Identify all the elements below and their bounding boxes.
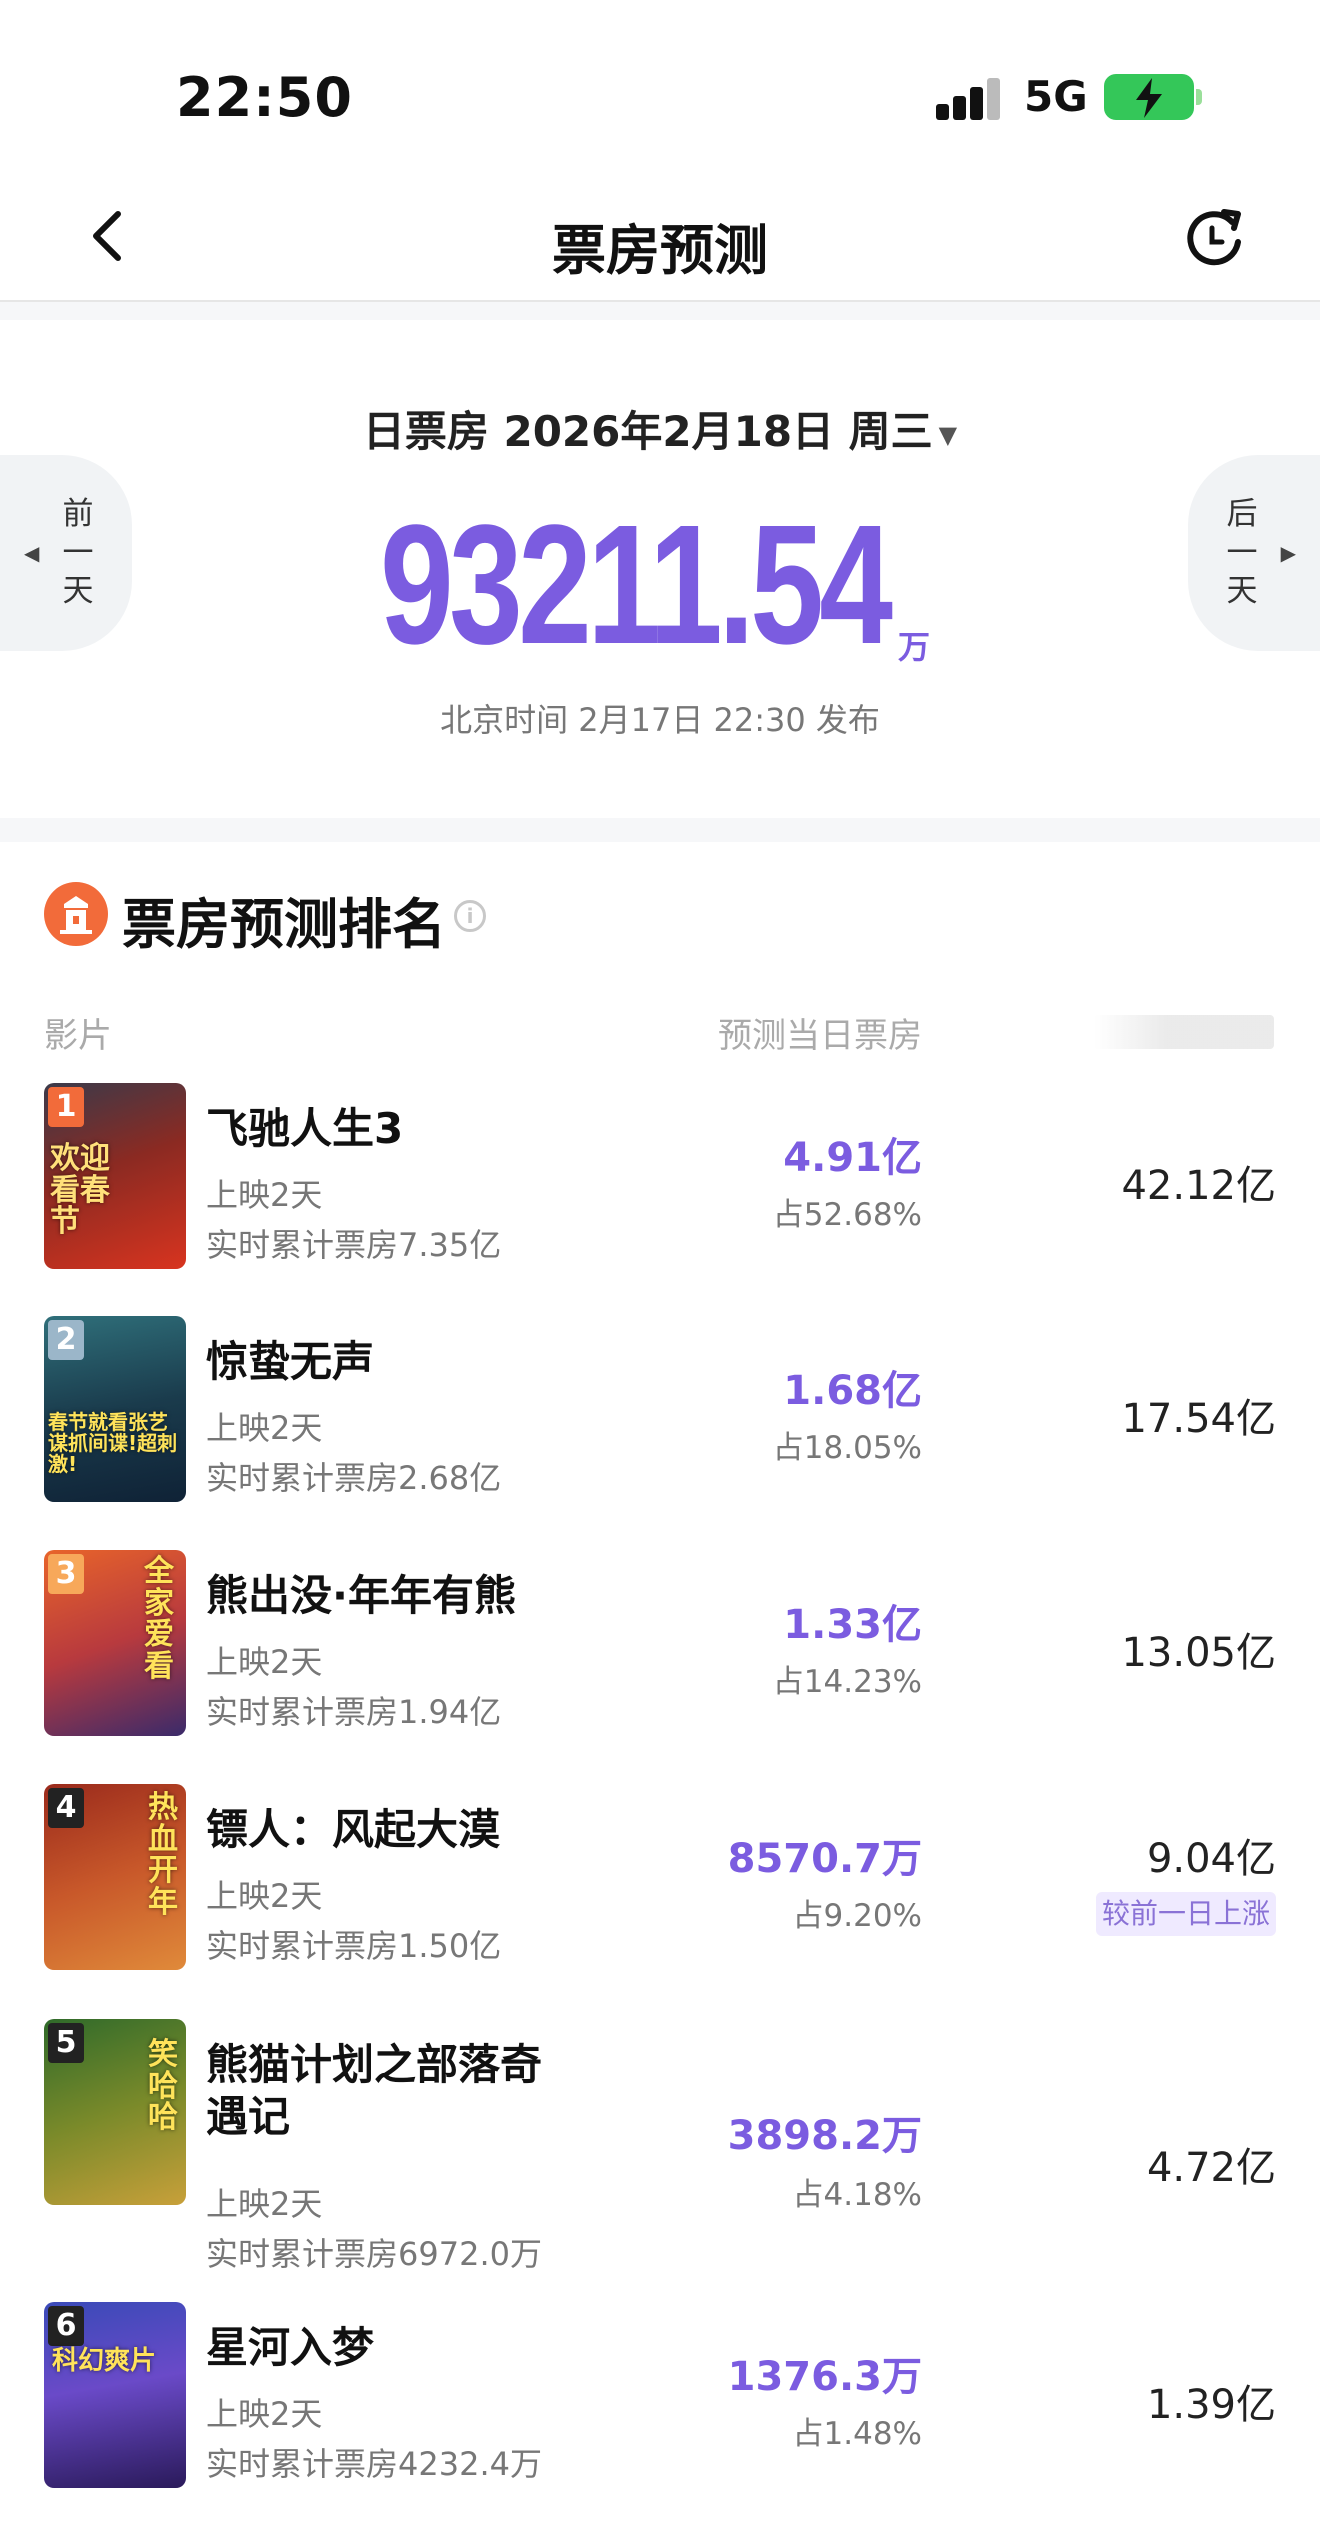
info-icon[interactable]: i <box>454 900 486 932</box>
movie-title-line2: 遇记 <box>206 2092 291 2141</box>
ranking-logo-icon <box>44 882 108 946</box>
third-column-value: 17.54亿 <box>1121 1396 1276 1442</box>
movie-poster: 6 科幻爽片 <box>44 2302 186 2488</box>
predicted-share: 占52.68% <box>772 1197 922 1233</box>
box-office-summary: 日票房 2026年2月18日 周三 ▼ 93211.54 万 北京时间 2月17日… <box>0 320 1320 818</box>
refresh-icon[interactable] <box>1180 202 1250 272</box>
third-column-value: 9.04亿 <box>1146 1836 1276 1882</box>
movie-days: 上映2天 <box>206 2395 323 2433</box>
movie-title: 星河入梦 <box>206 2323 375 2372</box>
movie-title: 惊蛰无声 <box>206 1337 375 1386</box>
page-title: 票房预测 <box>552 219 768 282</box>
predicted-box-office: 8570.7万 <box>727 1836 922 1882</box>
predicted-share: 占4.18% <box>792 2177 922 2213</box>
movie-days: 上映2天 <box>206 1176 323 1214</box>
movie-days: 上映2天 <box>206 1877 323 1915</box>
movie-total: 实时累计票房2.68亿 <box>206 1459 502 1497</box>
movie-title: 飞驰人生3 <box>206 1104 404 1153</box>
rise-tag: 较前一日上涨 <box>1096 1892 1276 1936</box>
next-day-label: 后 一 天 <box>1226 495 1258 610</box>
poster-text: 科幻爽片 <box>52 2346 157 2376</box>
total-box-office-unit: 万 <box>898 628 931 666</box>
poster-text: 春节就看张艺谋抓间谍!超刺激! <box>48 1410 178 1476</box>
prev-day-label: 前 一 天 <box>62 495 94 610</box>
poster-text: 欢迎看春节 <box>50 1141 110 1239</box>
movie-title: 熊出没·年年有熊 <box>206 1571 516 1620</box>
next-day-button[interactable]: 后 一 天 ▶ <box>1188 455 1320 651</box>
rank-badge: 6 <box>48 2306 84 2346</box>
predicted-share: 占14.23% <box>772 1664 922 1700</box>
movie-total: 实时累计票房6972.0万 <box>206 2235 542 2273</box>
section-divider <box>0 818 1320 842</box>
movie-total: 实时累计票房1.94亿 <box>206 1693 502 1731</box>
movie-row[interactable]: 4 热血开年 镖人：风起大漠 上映2天 实时累计票房1.50亿 8570.7万 … <box>0 1784 1320 2034</box>
arrow-right-icon: ▶ <box>1280 541 1296 565</box>
rank-badge: 1 <box>48 1087 84 1127</box>
status-time: 22:50 <box>176 66 353 129</box>
poster-text: 全家爱看 <box>144 1554 174 1684</box>
movie-poster: 1 欢迎看春节 <box>44 1083 186 1269</box>
movie-row[interactable]: 3 全家爱看 熊出没·年年有熊 上映2天 实时累计票房1.94亿 1.33亿 占… <box>0 1550 1320 1780</box>
predicted-box-office: 1376.3万 <box>727 2354 922 2400</box>
column-predicted: 预测当日票房 <box>718 1016 922 1056</box>
movie-total: 实时累计票房1.50亿 <box>206 1927 502 1965</box>
column-film: 影片 <box>44 1016 112 1056</box>
third-column-value: 42.12亿 <box>1121 1163 1276 1209</box>
date-selector[interactable]: 日票房 2026年2月18日 周三 ▼ <box>0 398 1320 459</box>
column-third-blurred <box>1094 1015 1274 1049</box>
predicted-share: 占1.48% <box>792 2416 922 2452</box>
movie-total: 实时累计票房4232.4万 <box>206 2445 542 2483</box>
rank-badge: 3 <box>48 1554 84 1594</box>
section-divider <box>0 302 1320 320</box>
movie-poster: 5 笑哈哈 <box>44 2019 186 2205</box>
poster-text: 笑哈哈 <box>148 2037 178 2135</box>
third-column-value: 1.39亿 <box>1146 2382 1276 2428</box>
nav-bar: 票房预测 <box>0 170 1320 302</box>
prev-day-button[interactable]: ◀ 前 一 天 <box>0 455 132 651</box>
movie-days: 上映2天 <box>206 2185 323 2223</box>
predicted-box-office: 1.68亿 <box>783 1368 922 1414</box>
status-bar: 22:50 5G <box>0 0 1320 170</box>
battery-icon <box>1104 74 1194 120</box>
signal-icon <box>936 74 1002 120</box>
predicted-box-office: 1.33亿 <box>783 1602 922 1648</box>
predicted-box-office: 3898.2万 <box>727 2113 922 2159</box>
battery-tip <box>1196 89 1202 105</box>
poster-text: 热血开年 <box>148 1790 178 1920</box>
movie-poster: 3 全家爱看 <box>44 1550 186 1736</box>
movie-poster: 2 春节就看张艺谋抓间谍!超刺激! <box>44 1316 186 1502</box>
predicted-share: 占18.05% <box>772 1430 922 1466</box>
third-column-value: 4.72亿 <box>1146 2145 1276 2191</box>
date-label[interactable]: 日票房 2026年2月18日 周三 <box>363 407 933 456</box>
movie-title: 镖人：风起大漠 <box>206 1805 501 1854</box>
rank-badge: 4 <box>48 1788 84 1828</box>
movie-total: 实时累计票房7.35亿 <box>206 1226 502 1264</box>
movie-row[interactable]: 1 欢迎看春节 飞驰人生3 上映2天 实时累计票房7.35亿 4.91亿 占52… <box>0 1083 1320 1313</box>
ranking-title: 票房预测排名 <box>122 893 446 956</box>
movie-row[interactable]: 5 笑哈哈 熊猫计划之部落奇 遇记 上映2天 实时累计票房6972.0万 389… <box>0 2019 1320 2299</box>
arrow-left-icon: ◀ <box>24 541 40 565</box>
publish-note: 北京时间 2月17日 22:30 发布 <box>440 701 880 739</box>
rank-badge: 2 <box>48 1320 84 1360</box>
movie-poster: 4 热血开年 <box>44 1784 186 1970</box>
predicted-share: 占9.20% <box>792 1898 922 1934</box>
movie-days: 上映2天 <box>206 1643 323 1681</box>
predicted-box-office: 4.91亿 <box>783 1135 922 1181</box>
rank-badge: 5 <box>48 2023 84 2063</box>
caret-down-icon[interactable]: ▼ <box>939 421 957 449</box>
network-label: 5G <box>1024 72 1088 121</box>
movie-row[interactable]: 2 春节就看张艺谋抓间谍!超刺激! 惊蛰无声 上映2天 实时累计票房2.68亿 … <box>0 1316 1320 1546</box>
total-box-office: 93211.54 <box>380 490 893 680</box>
movie-row[interactable]: 6 科幻爽片 星河入梦 上映2天 实时累计票房4232.4万 1376.3万 占… <box>0 2302 1320 2521</box>
movie-days: 上映2天 <box>206 1409 323 1447</box>
third-column-value: 13.05亿 <box>1121 1630 1276 1676</box>
